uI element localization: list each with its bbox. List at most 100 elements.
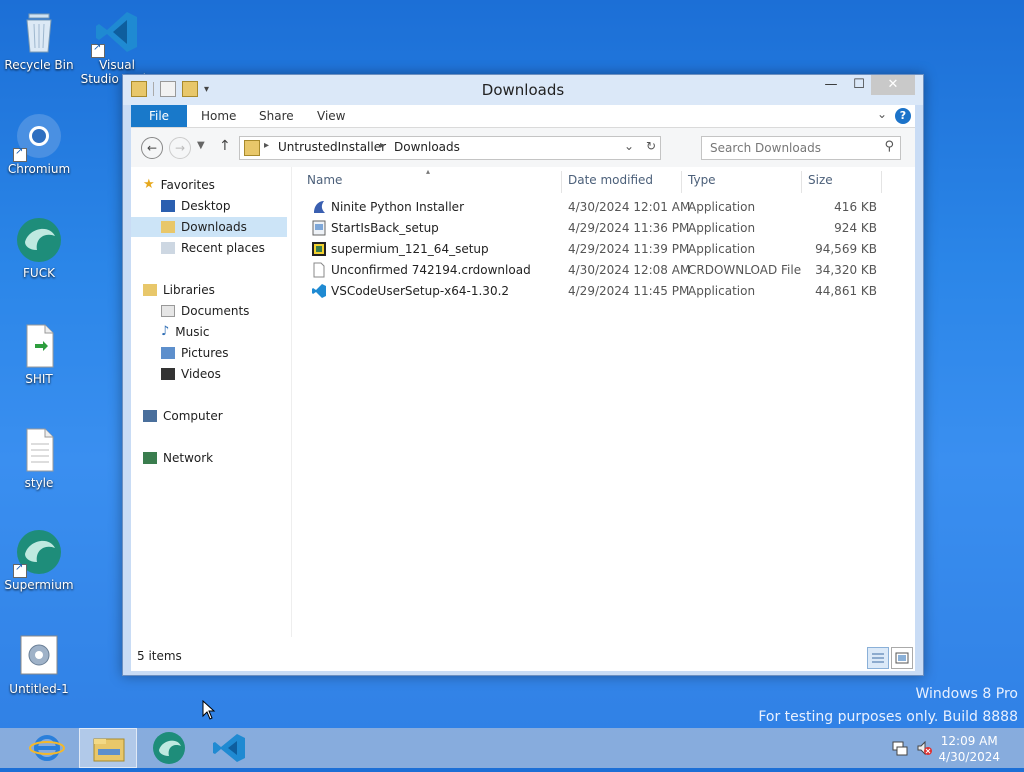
file-type: Application [688,221,756,235]
address-bar[interactable]: ▸ UntrustedInstaller ▸ Downloads ⌄ ↻ [239,136,661,160]
supermium-icon [153,732,185,764]
search-icon[interactable]: ⚲ [884,139,894,154]
column-header-date[interactable]: Date modified [568,173,653,187]
tab-view[interactable]: View [317,105,345,127]
forward-button[interactable]: → [169,137,191,159]
file-explorer-icon [93,738,125,762]
system-clock[interactable]: 12:09 AM 4/30/2024 [938,733,1000,765]
file-row[interactable]: VSCodeUserSetup-x64-1.30.2 4/29/2024 11:… [307,281,887,302]
file-size: 44,861 KB [815,284,877,298]
shortcut-arrow-icon [13,562,27,578]
shortcut-arrow-icon [91,42,105,58]
desktop-icon-chromium[interactable]: Chromium [2,112,76,176]
clock-date: 4/30/2024 [938,750,1000,764]
ribbon-tabs: File Home Share View ⌄ ? [131,105,915,128]
nav-documents[interactable]: Documents [161,301,249,321]
nav-label: Documents [181,304,250,318]
file-date: 4/29/2024 11:45 PM [568,284,690,298]
nav-favorites[interactable]: ★ Favorites [143,175,215,195]
nav-computer[interactable]: Computer [143,406,223,426]
taskbar-supermium[interactable] [140,728,198,768]
breadcrumb-untrustedinstaller[interactable]: UntrustedInstaller [278,140,386,154]
close-button[interactable]: ✕ [871,75,915,95]
explorer-window: ▾ Downloads — ☐ ✕ File Home Share View ⌄… [122,74,924,676]
up-button[interactable]: ↑ [219,138,231,154]
recent-locations-icon[interactable]: ▼ [197,140,205,151]
desktop-icon-shit[interactable]: SHIT [2,322,76,386]
pane-divider[interactable] [291,167,292,637]
nav-label: Network [163,451,214,465]
navigation-pane: ★ Favorites Desktop Downloads Recent pla… [131,167,291,637]
address-dropdown-icon[interactable]: ⌄ [624,139,634,153]
desktop-icon-untitled[interactable]: Untitled-1 [2,632,76,696]
chevron-right-icon[interactable]: ▸ [380,140,385,151]
desktop-icon-recycle-bin[interactable]: Recycle Bin [2,8,76,72]
network-tray-icon[interactable] [892,740,908,756]
taskbar-file-explorer[interactable] [79,728,137,768]
file-date: 4/29/2024 11:39 PM [568,242,690,256]
desktop-icon-label: FUCK [23,266,55,280]
watermark-edition: Windows 8 Pro [915,686,1018,702]
column-header-size[interactable]: Size [808,173,833,187]
file-size: 94,569 KB [815,242,877,256]
taskbar-vscode[interactable] [201,728,259,768]
nav-label: Recent places [181,241,265,255]
details-view-button[interactable] [867,647,889,669]
nav-label: Pictures [181,346,229,360]
supermium-icon [15,216,63,264]
search-box[interactable]: Search Downloads ⚲ [701,136,901,160]
file-row[interactable]: Unconfirmed 742194.crdownload 4/30/2024 … [307,260,887,281]
shortcut-arrow-icon [13,146,27,162]
column-separator[interactable] [801,171,802,193]
column-separator[interactable] [881,171,882,193]
file-row[interactable]: StartIsBack_setup 4/29/2024 11:36 PM App… [307,218,887,239]
column-header-type[interactable]: Type [688,173,716,187]
nav-recent-places[interactable]: Recent places [161,238,265,258]
nav-libraries[interactable]: Libraries [143,280,215,300]
expand-ribbon-icon[interactable]: ⌄ [877,107,887,121]
status-bar: 5 items [131,641,915,671]
refresh-icon[interactable]: ↻ [646,139,656,153]
column-separator[interactable] [681,171,682,193]
desktop-icon-fuck[interactable]: FUCK [2,216,76,280]
volume-muted-icon[interactable] [916,740,932,756]
tab-share[interactable]: Share [259,105,294,127]
nav-videos[interactable]: Videos [161,364,221,384]
file-type: CRDOWNLOAD File [688,263,802,277]
vscode-icon [91,8,141,58]
column-header-name[interactable]: Name [307,173,342,187]
nav-downloads[interactable]: Downloads [131,217,287,237]
file-row[interactable]: supermium_121_64_setup 4/29/2024 11:39 P… [307,239,887,260]
documents-icon [161,305,175,317]
network-icon [143,452,157,464]
nav-pictures[interactable]: Pictures [161,343,229,363]
file-name: Unconfirmed 742194.crdownload [331,263,531,277]
folder-icon [244,140,260,156]
back-button[interactable]: ← [141,137,163,159]
help-icon[interactable]: ? [895,108,911,124]
nav-network[interactable]: Network [143,448,213,468]
chevron-right-icon[interactable]: ▸ [264,140,269,151]
search-input[interactable]: Search Downloads [710,141,821,155]
music-icon: ♪ [161,324,170,339]
nav-desktop[interactable]: Desktop [161,196,231,216]
tab-home[interactable]: Home [201,105,236,127]
file-size: 416 KB [834,200,877,214]
recent-places-icon [161,242,175,254]
file-row[interactable]: Ninite Python Installer 4/30/2024 12:01 … [307,197,887,218]
tab-file[interactable]: File [131,105,187,127]
breadcrumb-downloads[interactable]: Downloads [394,140,460,154]
nav-music[interactable]: ♪ Music [161,322,209,342]
vscode-icon [311,283,327,299]
desktop-icon [161,200,175,212]
column-separator[interactable] [561,171,562,193]
taskbar-internet-explorer[interactable] [18,728,76,768]
desktop-icon-style[interactable]: style [2,426,76,490]
file-type: Application [688,200,756,214]
window-title: Downloads [481,81,565,99]
watermark-build: For testing purposes only. Build 8888 [758,709,1018,725]
large-icons-view-button[interactable] [891,647,913,669]
downloads-folder-icon [161,221,175,233]
desktop-icon-supermium[interactable]: Supermium [2,528,76,592]
libraries-icon [143,284,157,296]
